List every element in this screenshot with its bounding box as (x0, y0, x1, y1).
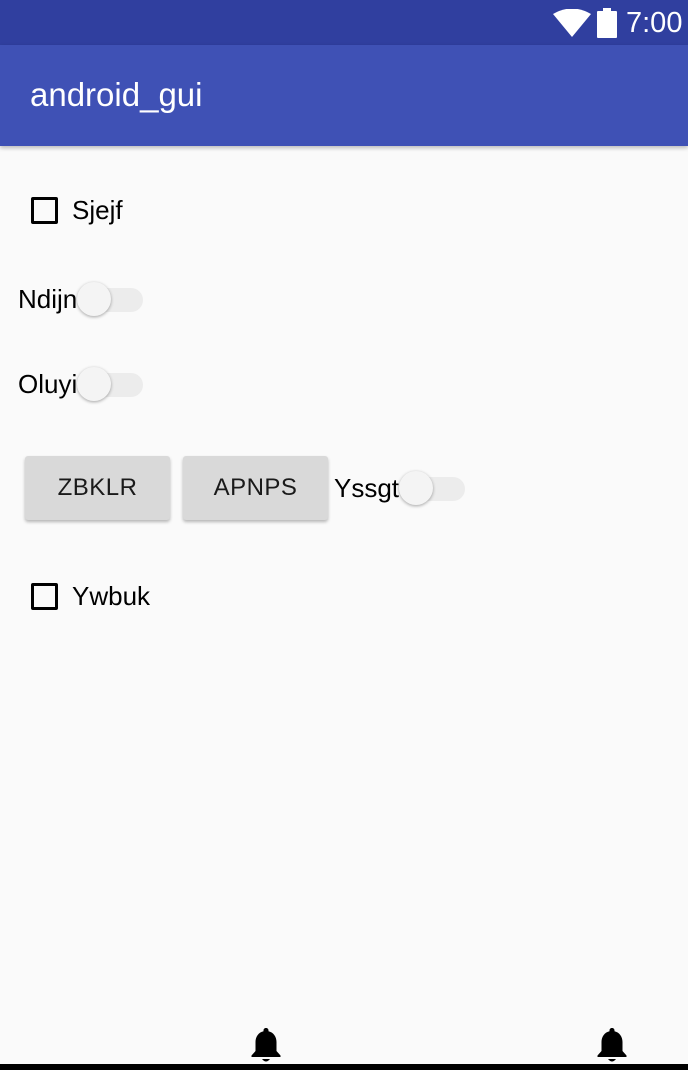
bottom-edge-bar (0, 1064, 688, 1070)
app-bar: android_gui (0, 45, 688, 146)
checkbox-label: Ywbuk (72, 580, 151, 611)
switch-label: Oluyi (18, 368, 78, 399)
checkbox-ywbuk[interactable]: Ywbuk (31, 580, 150, 612)
checkbox-box[interactable] (31, 196, 58, 224)
apnps-button[interactable]: APNPS (183, 456, 328, 520)
bell-icon[interactable] (250, 1026, 282, 1064)
switch-ndijn[interactable] (77, 281, 144, 317)
zbklr-button[interactable]: ZBKLR (25, 456, 170, 520)
switch-label: Yssgt (334, 472, 400, 503)
wifi-icon (553, 9, 591, 37)
app-title: android_gui (30, 76, 203, 113)
switch-row-ndijn: Ndijn (18, 281, 144, 317)
switch-thumb[interactable] (77, 367, 112, 401)
battery-icon (597, 8, 617, 38)
switch-label: Ndijn (18, 283, 78, 314)
checkbox-box[interactable] (31, 582, 58, 610)
switch-row-oluyi: Oluyi (18, 366, 144, 402)
checkbox-sjejf[interactable]: Sjejf (31, 194, 123, 226)
status-time: 7:00 (626, 7, 683, 39)
screen: 7:00 android_gui Sjejf Ndijn Oluyi ZBKLR… (0, 0, 688, 1070)
switch-row-yssgt: Yssgt (334, 470, 466, 506)
bell-icon[interactable] (596, 1026, 628, 1064)
switch-thumb[interactable] (77, 282, 112, 316)
switch-thumb[interactable] (399, 471, 434, 505)
switch-yssgt[interactable] (399, 470, 466, 506)
switch-oluyi[interactable] (77, 366, 144, 402)
checkbox-label: Sjejf (72, 194, 123, 225)
status-bar: 7:00 (0, 0, 688, 45)
